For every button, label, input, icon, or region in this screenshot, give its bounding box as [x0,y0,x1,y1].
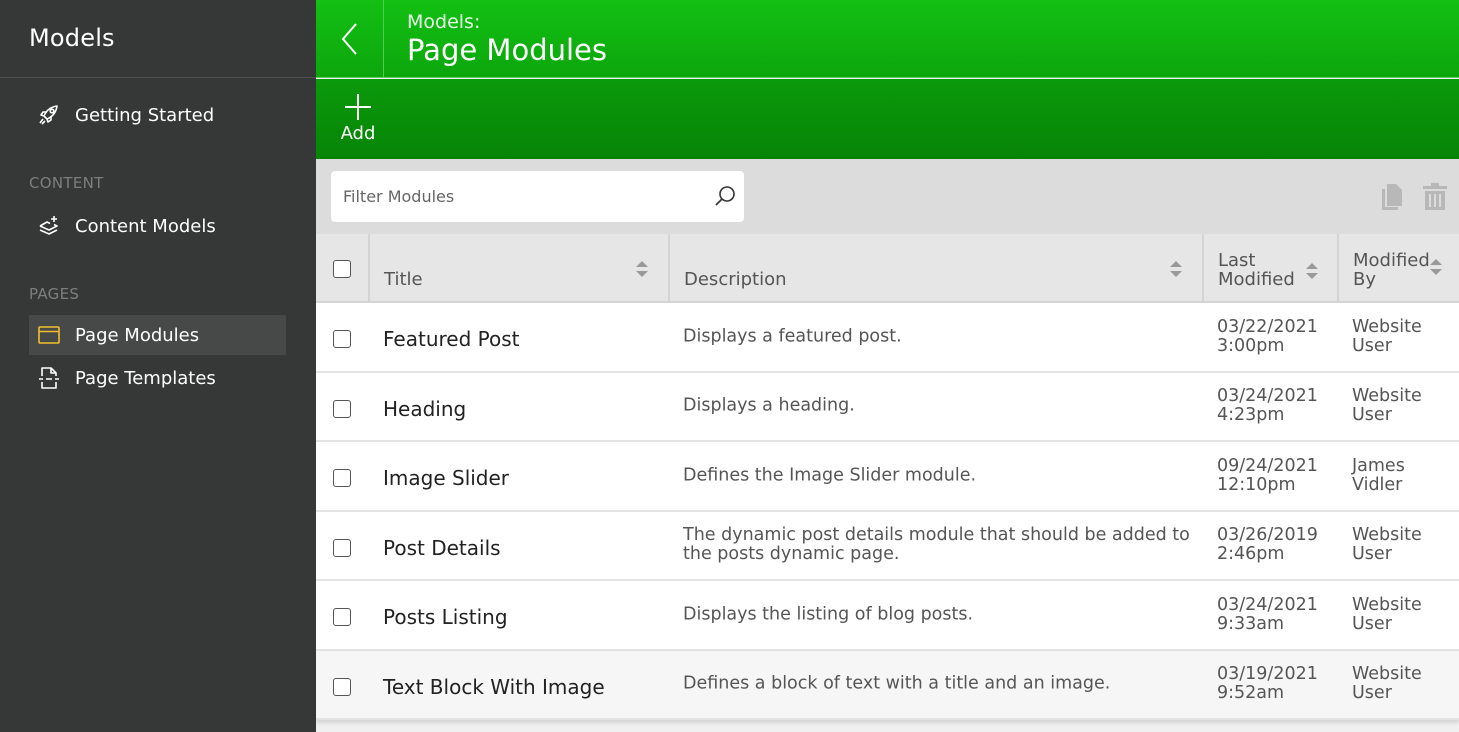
layers-plus-icon [37,214,61,238]
rocket-icon [37,103,61,127]
add-button[interactable]: Add [338,93,378,144]
browser-window-icon [37,323,61,347]
plus-icon [345,94,371,120]
row-last-modified: 03/24/2021 9:33am [1217,594,1318,634]
filter-field [331,171,744,222]
sidebar-item-label: Content Models [75,215,216,237]
row-modified-by: James Vidler [1352,455,1405,495]
table-row[interactable]: Posts Listing Displays the listing of bl… [316,581,1459,651]
sidebar-item-page-templates[interactable]: Page Templates [29,358,286,398]
row-title[interactable]: Heading [383,397,466,421]
row-modified-by: Website User [1352,664,1422,704]
select-all-checkbox[interactable] [333,260,351,278]
toolbar: Add [316,79,1459,159]
chevron-left-icon [341,22,357,55]
copy-icon[interactable] [1380,183,1404,215]
row-last-modified: 03/19/2021 9:52am [1217,664,1318,704]
row-checkbox[interactable] [333,677,351,696]
back-button[interactable] [316,0,384,77]
row-description: Displays a featured post. [683,326,902,347]
sidebar-item-page-modules[interactable]: Page Modules [29,315,286,355]
row-modified-by: Website User [1352,594,1422,634]
row-description: Defines a block of text with a title and… [683,673,1111,694]
sidebar-item-getting-started[interactable]: Getting Started [29,95,286,135]
row-last-modified: 03/22/2021 3:00pm [1217,316,1318,356]
row-description: Defines the Image Slider module. [683,465,977,486]
row-last-modified: 03/26/2019 2:46pm [1217,525,1318,565]
sidebar-item-label: Page Templates [75,367,216,389]
search-icon[interactable] [714,185,736,211]
row-checkbox[interactable] [333,399,351,418]
table-row[interactable]: Image Slider Defines the Image Slider mo… [316,442,1459,512]
breadcrumb: Models: [407,11,481,33]
table-row[interactable]: Featured Post Displays a featured post. … [316,303,1459,373]
select-all-cell [316,234,368,301]
row-modified-by: Website User [1352,525,1422,565]
row-description: The dynamic post details module that sho… [683,525,1190,565]
section-label-pages: PAGES [29,285,80,303]
column-header-modified-by[interactable]: Modified By [1337,234,1459,301]
sidebar-item-label: Getting Started [75,104,215,126]
row-checkbox[interactable] [333,538,351,557]
page-header: Models: Page Modules [316,0,1459,78]
section-label-content: CONTENT [29,174,104,192]
row-description: Displays the listing of blog posts. [683,604,974,625]
row-modified-by: Website User [1352,386,1422,426]
sort-icon[interactable] [636,261,648,277]
sidebar-item-label: Page Modules [75,324,200,346]
row-checkbox[interactable] [333,330,351,348]
row-title[interactable]: Post Details [383,536,501,560]
row-checkbox[interactable] [333,469,351,487]
sort-icon[interactable] [1306,263,1318,279]
sidebar: Models Getting Started CONTENT Content M… [0,0,316,732]
row-last-modified: 09/24/2021 12:10pm [1217,455,1318,495]
sort-icon[interactable] [1430,259,1442,275]
trash-icon[interactable] [1423,183,1447,215]
sidebar-title: Models [0,0,316,78]
row-checkbox[interactable] [333,608,351,626]
row-title[interactable]: Posts Listing [383,605,508,629]
page-template-icon [37,366,61,390]
column-header-last-modified[interactable]: Last Modified [1202,234,1337,301]
table-row[interactable]: Heading Displays a heading. 03/24/2021 4:… [316,372,1459,442]
row-modified-by: Website User [1352,316,1422,356]
row-description: Displays a heading. [683,395,855,416]
table-row[interactable]: Post Details The dynamic post details mo… [316,511,1459,581]
row-title[interactable]: Image Slider [383,466,509,490]
row-last-modified: 03/24/2021 4:23pm [1217,386,1318,426]
column-header-description[interactable]: Description [668,234,1202,301]
modules-table: Title Description Last Modified Modified B… [316,234,1459,720]
sidebar-item-content-models[interactable]: Content Models [29,206,286,246]
page-title: Page Modules [407,33,607,67]
row-title[interactable]: Featured Post [383,327,519,351]
column-header-title[interactable]: Title [368,234,668,301]
row-title[interactable]: Text Block With Image [383,675,605,699]
filter-bar [316,159,1459,234]
table-row[interactable]: Text Block With Image Defines a block of… [316,650,1459,720]
add-button-label: Add [340,123,376,144]
sort-icon[interactable] [1170,261,1182,277]
filter-modules-input[interactable] [343,171,703,222]
table-header: Title Description Last Modified Modified B… [316,234,1459,303]
